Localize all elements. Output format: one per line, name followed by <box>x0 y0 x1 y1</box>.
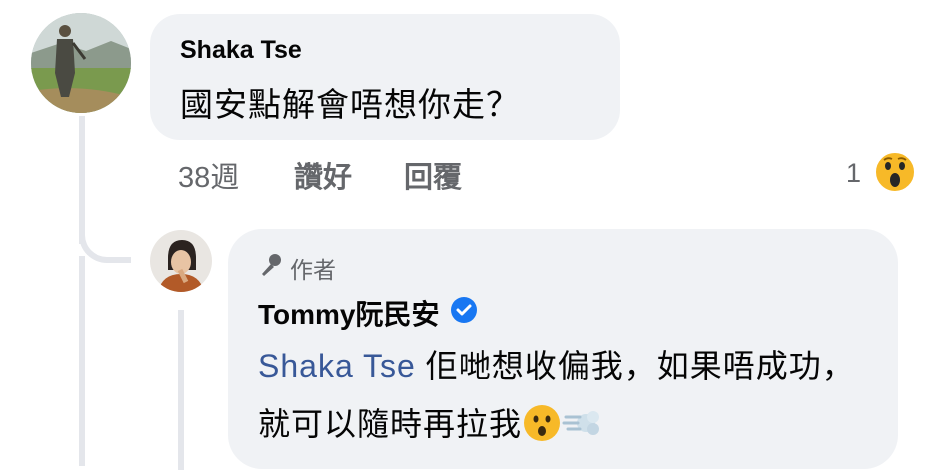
thread-line <box>79 256 85 466</box>
astonished-emoji-icon <box>522 403 562 443</box>
reply-text: Shaka Tse 佢哋想收偏我，如果唔成功，就可以隨時再拉我 <box>258 337 878 453</box>
commenter-avatar[interactable] <box>31 13 131 113</box>
author-badge-label: 作者 <box>290 257 336 283</box>
reply-author-name-text[interactable]: Tommy阮民安 <box>258 293 440 333</box>
like-button[interactable]: 讚好 <box>294 154 352 196</box>
reply-author-name: Tommy阮民安 <box>258 293 478 333</box>
comment-timestamp[interactable]: 38週 <box>178 154 239 196</box>
comment-text: 國安點解會唔想你走？ <box>180 86 520 123</box>
reply-author-avatar[interactable] <box>150 230 212 292</box>
wow-emoji-icon[interactable] <box>874 151 916 193</box>
commenter-name[interactable]: Shaka Tse <box>180 36 302 65</box>
microphone-icon <box>258 252 284 284</box>
thread-connector <box>79 195 131 263</box>
comment-bubble: Shaka Tse 國安點解會唔想你走？ <box>150 14 620 140</box>
reply-thread-line <box>178 310 184 470</box>
mention-link[interactable]: Shaka Tse <box>258 348 416 384</box>
verified-badge-icon <box>450 296 478 331</box>
reply-bubble: 作者 Tommy阮民安 Shaka Tse 佢哋想收偏我，如果唔成功，就可以隨時… <box>228 229 898 469</box>
reaction-count[interactable]: 1 <box>846 158 861 189</box>
reply-button[interactable]: 回覆 <box>404 154 462 196</box>
dash-emoji-icon <box>562 403 602 443</box>
author-badge: 作者 <box>258 251 336 285</box>
